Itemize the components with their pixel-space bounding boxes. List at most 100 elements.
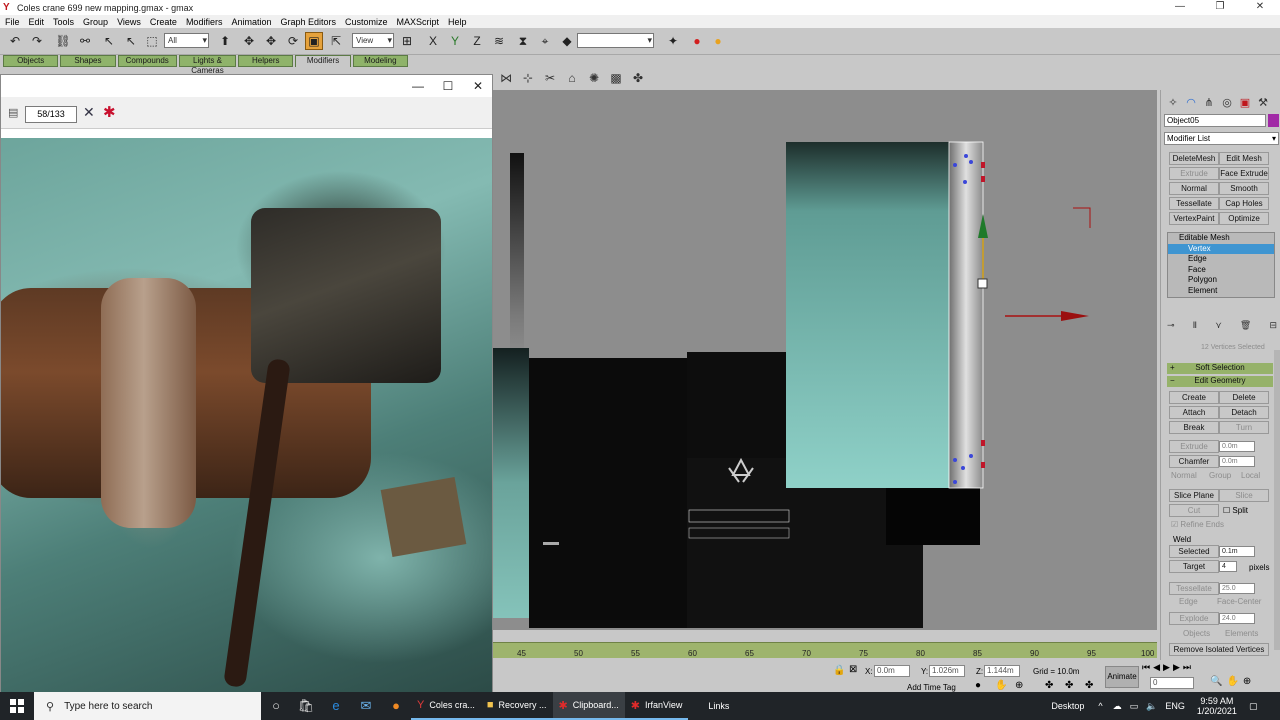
hierarchy-tab-icon[interactable]: ⋔ — [1200, 94, 1218, 112]
taskbar-app-clipboard[interactable]: ✱ Clipboard... — [552, 692, 625, 720]
stack-item-polygon[interactable]: Polygon — [1168, 275, 1274, 286]
vertex-marker[interactable] — [953, 480, 957, 484]
modifier-list-dropdown[interactable]: Modifier List — [1164, 132, 1279, 145]
turn-button[interactable]: Turn — [1219, 421, 1269, 434]
absolute-mode-icon[interactable]: ⊠ — [849, 664, 857, 675]
vertex-marker[interactable] — [981, 176, 985, 182]
settings-tools-icon[interactable]: ✕ — [83, 104, 95, 121]
face-center-radio[interactable]: Face-Center — [1217, 597, 1261, 606]
viewport-nav-icon[interactable]: 🔍✋⊕ — [1210, 676, 1255, 687]
mail-icon[interactable]: ✉ — [351, 692, 381, 720]
plane-icon[interactable]: ≋ — [490, 32, 508, 50]
detach-button[interactable]: Detach — [1219, 406, 1269, 419]
vertexpaint-button[interactable]: VertexPaint — [1169, 212, 1219, 225]
configure-sets-icon[interactable]: ⊟ — [1269, 320, 1277, 334]
ref-coord-dropdown[interactable]: View — [352, 33, 394, 48]
menu-maxscript[interactable]: MAXScript — [397, 17, 440, 27]
stack-item-vertex[interactable]: Vertex — [1168, 243, 1274, 254]
zoom-icon[interactable]: ⊕ — [1015, 680, 1023, 691]
cut-button[interactable]: Cut — [1169, 504, 1219, 517]
local-radio[interactable]: Local — [1241, 471, 1260, 480]
menu-modifiers[interactable]: Modifiers — [186, 17, 223, 27]
vertex-marker[interactable] — [953, 163, 957, 167]
add-time-tag-button[interactable]: Add Time Tag — [907, 683, 956, 692]
z-coord-field[interactable]: 1.144m — [984, 665, 1020, 677]
uniform-scale-icon[interactable]: ⇱ — [327, 32, 345, 50]
minimize-button[interactable]: — — [1160, 0, 1200, 15]
tab-modifiers[interactable]: Modifiers — [295, 55, 351, 67]
quick-render-icon[interactable]: ● — [709, 32, 727, 50]
lock-icon[interactable]: 🔒 — [833, 665, 845, 676]
extrude-modifier-button[interactable]: Extrude — [1169, 167, 1219, 180]
edit-geometry-rollout[interactable]: − Edit Geometry — [1167, 376, 1273, 387]
stack-item-edge[interactable]: Edge — [1168, 254, 1274, 265]
move-alt-icon[interactable]: ✥ — [262, 32, 280, 50]
taskbar-app-recovery[interactable]: ■ Recovery ... — [480, 692, 553, 720]
selection-filter-dropdown[interactable]: All — [164, 33, 209, 48]
select-object-icon[interactable]: ⬆ — [216, 32, 234, 50]
pin-stack-icon[interactable]: ⊸ — [1167, 320, 1175, 334]
store-icon[interactable]: 🛍 — [291, 692, 321, 720]
modify-tab-icon[interactable]: ◠ — [1182, 94, 1200, 112]
tab-lights-cameras[interactable]: Lights & Cameras — [178, 55, 237, 75]
tessellate-tension-field[interactable]: 25.0 — [1219, 583, 1255, 594]
frame-field[interactable]: 0 — [1150, 677, 1194, 689]
vertex-marker[interactable] — [953, 458, 957, 462]
slice-plane-button[interactable]: Slice Plane — [1169, 489, 1219, 502]
taskbar-app-irfanview[interactable]: ✱ IrfanView — [624, 692, 689, 720]
irfanview-minimize-button[interactable]: — — [403, 75, 433, 97]
tray-chevron-icon[interactable]: ^ — [1098, 701, 1102, 711]
normal-modifier-button[interactable]: Normal — [1169, 182, 1219, 195]
color-tool-icon[interactable]: ✤ — [627, 68, 649, 88]
render-icon[interactable]: ● — [688, 32, 706, 50]
menu-file[interactable]: File — [5, 17, 20, 27]
clock[interactable]: 9:59 AM 1/20/2021 — [1197, 696, 1237, 716]
tessellate-button[interactable]: Tessellate — [1169, 582, 1219, 595]
firefox-icon[interactable]: ● — [381, 692, 411, 720]
region-select-icon[interactable]: ⬚ — [143, 32, 161, 50]
time-ruler[interactable]: 45 50 55 60 65 70 75 80 85 90 95 100 — [493, 630, 1157, 660]
cap-tool-icon[interactable]: ⌂ — [561, 68, 583, 88]
optimize-button[interactable]: Optimize — [1219, 212, 1269, 225]
chamfer-button[interactable]: Chamfer — [1169, 455, 1219, 468]
y-axis-icon[interactable]: Y — [446, 32, 464, 50]
menu-graph-editors[interactable]: Graph Editors — [280, 17, 336, 27]
attach-button[interactable]: Attach — [1169, 406, 1219, 419]
cap-holes-button[interactable]: Cap Holes — [1219, 197, 1269, 210]
menu-views[interactable]: Views — [117, 17, 141, 27]
named-selection-dropdown[interactable] — [577, 33, 654, 48]
undo-icon[interactable]: ↶ — [6, 32, 24, 50]
playback-controls-icon[interactable]: ⏮◀▶▶⏭ — [1142, 662, 1194, 673]
edge-icon[interactable]: e — [321, 692, 351, 720]
rotate-icon[interactable]: ⟳ — [284, 32, 302, 50]
align-icon[interactable]: ⌖ — [536, 32, 554, 50]
vertex-marker[interactable] — [981, 462, 985, 468]
irfanview-logo-icon[interactable]: ✱ — [103, 103, 116, 121]
face-extrude-button[interactable]: Face Extrude — [1219, 167, 1269, 180]
chamfer-amount-field[interactable]: 0.0m — [1219, 456, 1255, 467]
object-name-field[interactable]: Object05 — [1164, 114, 1266, 127]
pivot-icon[interactable]: ⊞ — [398, 32, 416, 50]
remove-modifier-icon[interactable]: 🗑 — [1240, 320, 1251, 334]
utilities-tab-icon[interactable]: ⚒ — [1254, 94, 1272, 112]
target-pixels-field[interactable]: 4 — [1219, 561, 1237, 572]
extrude-amount-field[interactable]: 0.0m — [1219, 441, 1255, 452]
taskbar-app-gmax[interactable]: Y Coles cra... — [411, 692, 481, 720]
start-button[interactable] — [0, 692, 34, 720]
menu-customize[interactable]: Customize — [345, 17, 388, 27]
tab-objects[interactable]: Objects — [3, 55, 59, 67]
x-axis-icon[interactable]: X — [424, 32, 442, 50]
language-indicator[interactable]: ENG — [1165, 701, 1185, 711]
show-end-result-icon[interactable]: Ⅱ — [1193, 320, 1197, 334]
to-elements-radio[interactable]: Elements — [1225, 629, 1258, 638]
spinner-tool-icon[interactable]: ✺ — [583, 68, 605, 88]
zoom-all-icon[interactable]: ✤ — [1065, 680, 1073, 691]
weld-selected-button[interactable]: Selected — [1169, 545, 1219, 558]
irfanview-close-button[interactable]: ✕ — [463, 75, 493, 97]
select-link-icon[interactable]: ⛓ — [54, 32, 72, 50]
unlink-icon[interactable]: ⚯ — [76, 32, 94, 50]
time-track[interactable] — [493, 642, 1157, 658]
y-coord-field[interactable]: 1.026m — [929, 665, 965, 677]
break-button[interactable]: Break — [1169, 421, 1219, 434]
checker-tool-icon[interactable]: ▩ — [605, 68, 627, 88]
